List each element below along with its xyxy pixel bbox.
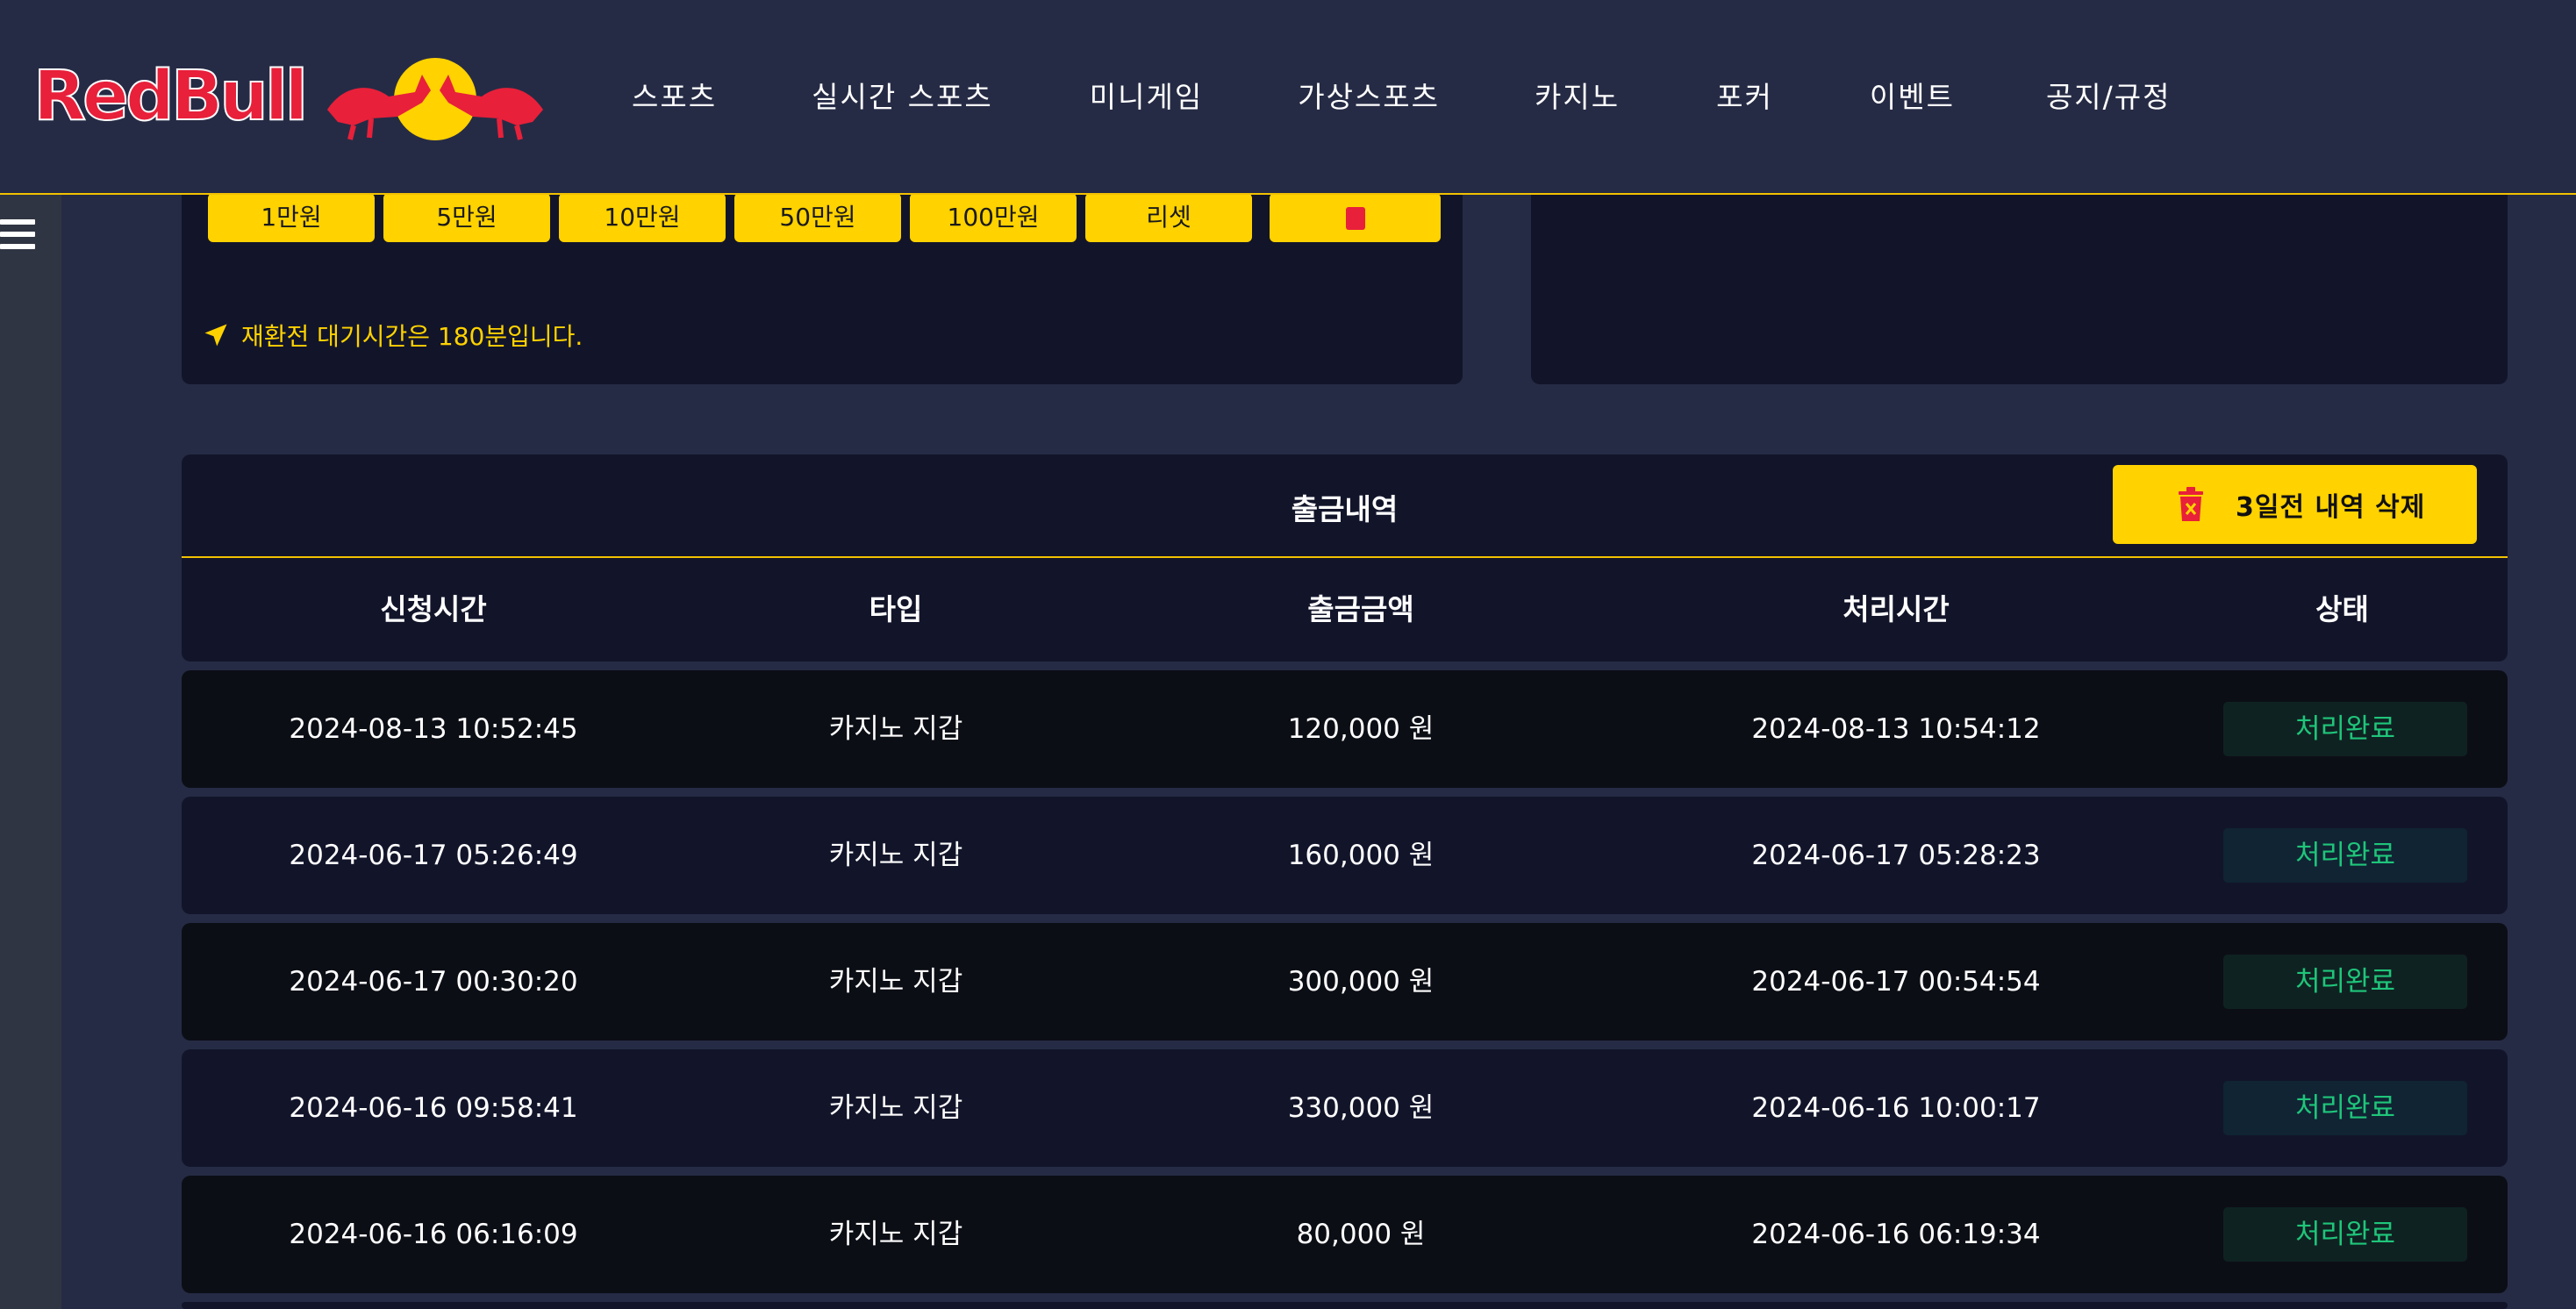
column-header-type: 타입 [869,592,923,626]
nav-item-casino[interactable]: 카지노 [1535,74,1620,116]
cell-amount: 160,000 원 [1287,840,1435,871]
nav-item-event[interactable]: 이벤트 [1870,74,1955,116]
table-row: 2024-06-17 05:26:49 카지노 지갑 160,000 원 202… [182,797,2508,914]
cell-requested: 2024-06-17 00:30:20 [289,966,578,998]
cell-requested: 2024-06-16 09:58:41 [289,1092,578,1124]
paper-plane-icon [204,324,227,347]
cell-type: 카지노 지갑 [828,713,963,745]
cell-processed: 2024-06-16 10:00:17 [1751,1092,2041,1124]
cell-type: 카지노 지갑 [828,966,963,998]
table-row: 2024-06-17 00:30:20 카지노 지갑 300,000 원 202… [182,923,2508,1041]
table-row: 2024-06-16 09:58:41 카지노 지갑 330,000 원 202… [182,1049,2508,1167]
withdrawal-title-bar: 출금내역 3일전 내역 삭제 [182,454,2508,558]
table-row-partial [182,1302,2508,1309]
withdrawal-table-header: 출금내역 3일전 내역 삭제 신청시간 타입 출금금액 처리시간 상태 [182,454,2508,662]
cell-amount: 300,000 원 [1287,966,1435,998]
status-badge: 처리완료 [2223,955,2467,1009]
cell-processed: 2024-06-17 05:28:23 [1751,840,2041,871]
cell-type: 카지노 지갑 [828,840,963,871]
left-sidebar [0,195,61,1309]
logo-text: RedBull [32,57,309,136]
amount-button-10k[interactable]: 1만원 [208,193,375,242]
nav-item-live-sports[interactable]: 실시간 스포츠 [812,74,993,116]
amount-button-1m[interactable]: 100만원 [910,193,1077,242]
cell-amount: 120,000 원 [1287,713,1435,745]
status-badge: 처리완료 [2223,702,2467,756]
column-header-processed: 처리시간 [1843,592,1950,626]
cell-processed: 2024-08-13 10:54:12 [1751,713,2041,745]
wait-time-notice: 재환전 대기시간은 180분입니다. [203,318,583,353]
cell-type: 카지노 지갑 [828,1092,963,1124]
cell-type: 카지노 지갑 [828,1219,963,1250]
column-header-status: 상태 [2315,592,2369,626]
cell-requested: 2024-08-13 10:52:45 [289,713,578,745]
main-nav: 스포츠 실시간 스포츠 미니게임 가상스포츠 카지노 포커 이벤트 공지/규정 [632,74,2172,116]
cell-processed: 2024-06-17 00:54:54 [1751,966,2041,998]
amount-button-100k[interactable]: 10만원 [559,193,726,242]
cell-processed: 2024-06-16 06:19:34 [1751,1219,2041,1250]
column-header-amount: 출금금액 [1307,592,1414,626]
amount-button-reset[interactable]: 리셋 [1085,193,1252,242]
table-row: 2024-06-16 06:16:09 카지노 지갑 80,000 원 2024… [182,1176,2508,1293]
status-badge: 처리완료 [2223,828,2467,883]
trash-icon [1345,207,1365,230]
nav-item-minigame[interactable]: 미니게임 [1090,74,1203,116]
delete-button-label: 3일전 내역 삭제 [2236,492,2426,523]
cell-amount: 330,000 원 [1287,1092,1435,1124]
trash-icon [2179,487,2203,521]
cell-requested: 2024-06-17 05:26:49 [289,840,578,871]
menu-icon[interactable] [0,219,37,256]
status-badge: 처리완료 [2223,1207,2467,1262]
amount-button-50k[interactable]: 5만원 [383,193,550,242]
nav-item-virtual-sports[interactable]: 가상스포츠 [1298,74,1440,116]
clear-amount-button[interactable] [1270,193,1441,242]
nav-item-notice-rules[interactable]: 공지/규정 [2046,74,2172,116]
notice-text: 재환전 대기시간은 180분입니다. [241,322,583,351]
status-badge: 처리완료 [2223,1081,2467,1135]
delete-old-history-button[interactable]: 3일전 내역 삭제 [2113,465,2477,544]
cell-amount: 80,000 원 [1296,1219,1426,1250]
redbull-logo-icon [327,58,544,140]
table-row: 2024-08-13 10:52:45 카지노 지갑 120,000 원 202… [182,670,2508,788]
site-header: RedBull 스포츠 실시간 스포츠 미니게임 가상스포츠 카지노 포커 이벤… [0,0,2576,195]
table-column-headers: 신청시간 타입 출금금액 처리시간 상태 [182,558,2508,662]
column-header-requested: 신청시간 [380,592,487,626]
nav-item-poker[interactable]: 포커 [1716,74,1773,116]
amount-button-500k[interactable]: 50만원 [734,193,901,242]
amount-button-row: 1만원 5만원 10만원 50만원 100만원 리셋 [208,193,1449,242]
cell-requested: 2024-06-16 06:16:09 [289,1219,578,1250]
nav-item-sports[interactable]: 스포츠 [632,74,717,116]
site-logo[interactable]: RedBull [32,53,552,140]
